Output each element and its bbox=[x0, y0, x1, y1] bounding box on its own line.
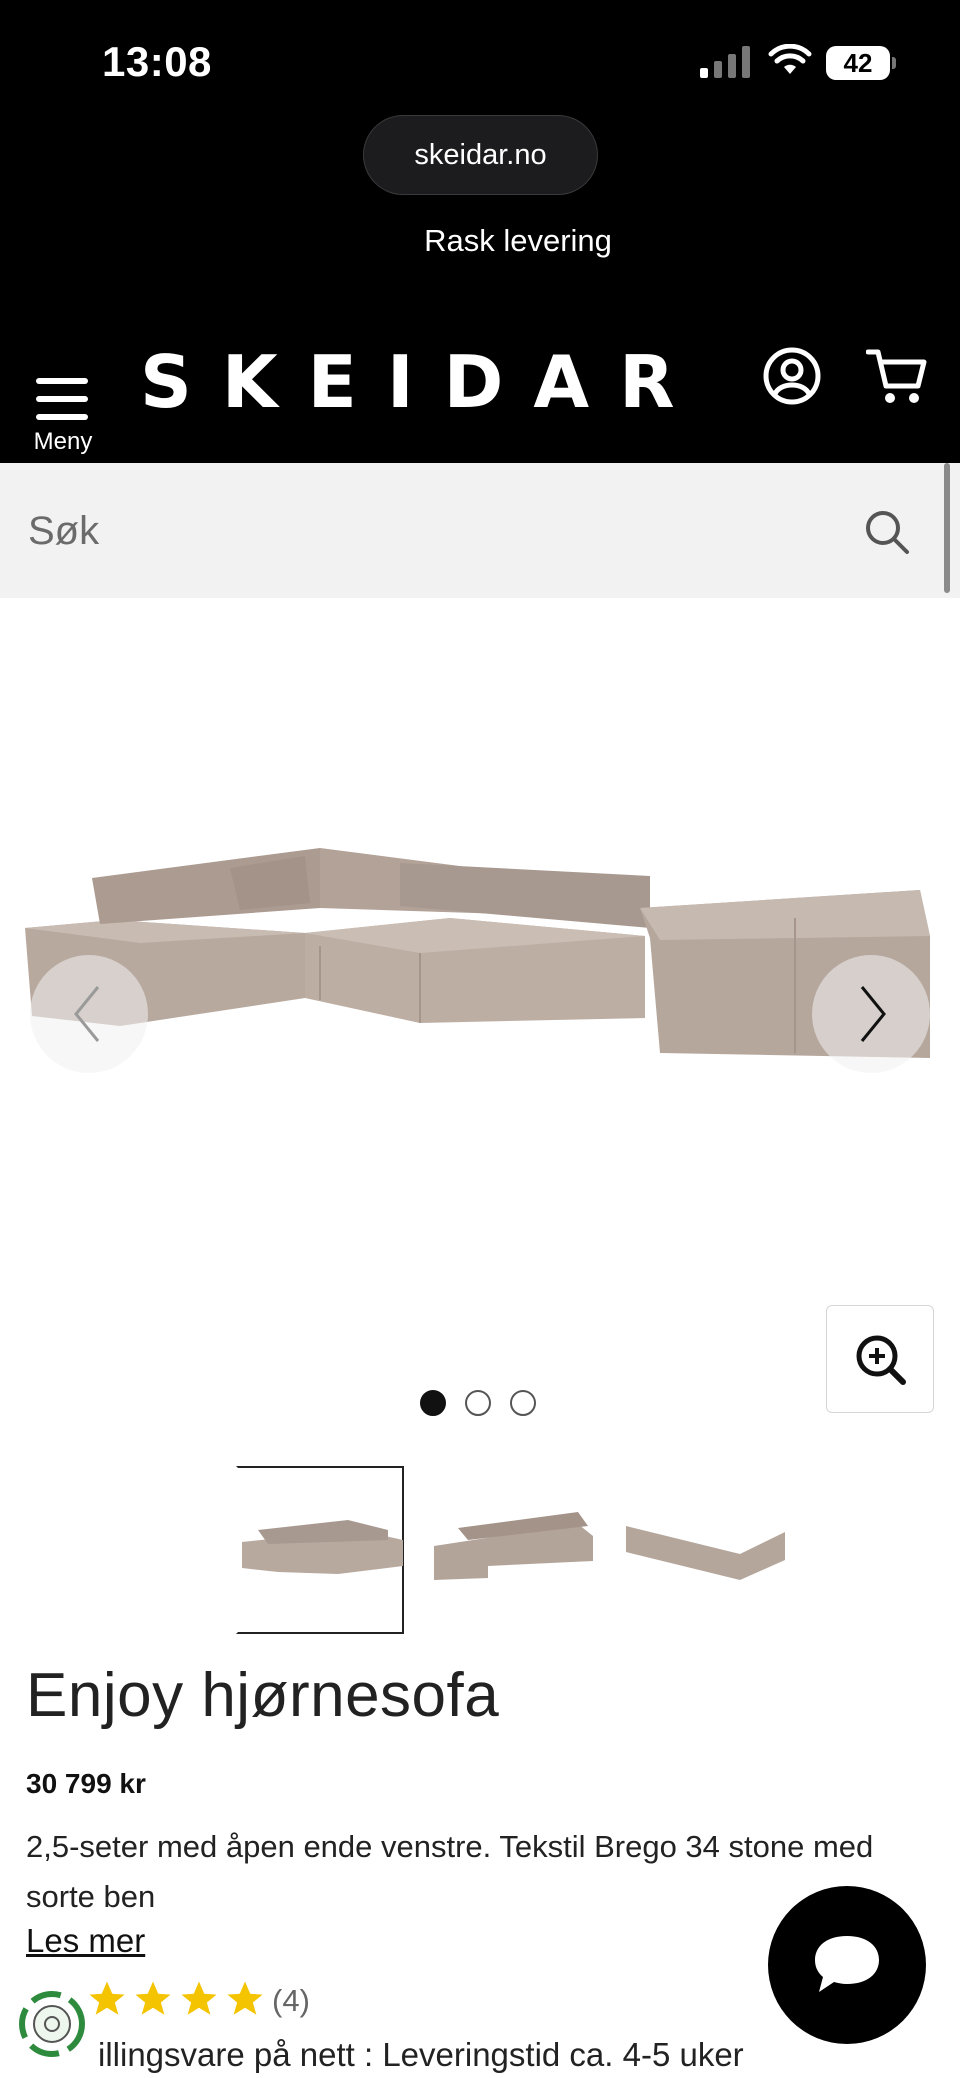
site-logo[interactable]: SKEIDAR bbox=[140, 340, 705, 424]
account-icon[interactable] bbox=[762, 346, 822, 406]
search-bar bbox=[0, 463, 960, 598]
cart-icon[interactable] bbox=[866, 346, 930, 406]
product-title: Enjoy hjørnesofa bbox=[26, 1661, 500, 1730]
read-more-link[interactable]: Les mer bbox=[26, 1922, 145, 1960]
site-header: Meny SKEIDAR bbox=[0, 320, 960, 463]
product-price: 30 799 kr bbox=[26, 1768, 146, 1799]
menu-label: Meny bbox=[33, 428, 93, 455]
menu-icon bbox=[36, 378, 88, 420]
star-icon bbox=[89, 1981, 125, 2015]
wifi-icon bbox=[768, 44, 812, 74]
zoom-button[interactable] bbox=[826, 1305, 934, 1413]
search-input[interactable] bbox=[28, 491, 848, 571]
gallery-dot[interactable] bbox=[465, 1390, 491, 1416]
star-icon bbox=[227, 1981, 263, 2015]
scrollbar[interactable] bbox=[944, 463, 950, 593]
gallery-pagination bbox=[420, 1390, 540, 1418]
thumbnail-1[interactable] bbox=[236, 1466, 404, 1634]
product-gallery bbox=[0, 598, 960, 1438]
product-description: 2,5-seter med åpen ende venstre. Tekstil… bbox=[26, 1829, 874, 1914]
star-icon bbox=[135, 1981, 171, 2015]
star-icon bbox=[181, 1981, 217, 2015]
cellular-signal-icon bbox=[700, 46, 750, 78]
delivery-info: illingsvare på nett : Leveringstid ca. 4… bbox=[98, 2036, 744, 2073]
url-field[interactable]: skeidar.no bbox=[363, 115, 598, 195]
product-image bbox=[25, 848, 930, 1058]
eco-badge-icon[interactable] bbox=[16, 1988, 88, 2060]
gallery-dot[interactable] bbox=[510, 1390, 536, 1416]
zoom-in-icon bbox=[856, 1335, 906, 1385]
status-time: 13:08 bbox=[102, 38, 212, 85]
review-count[interactable]: (4) bbox=[272, 1983, 310, 2019]
promo-banner-text: Rask levering bbox=[424, 223, 612, 258]
battery-percent: 42 bbox=[843, 48, 873, 78]
thumbnail-2[interactable] bbox=[428, 1466, 596, 1634]
chat-bubble-icon bbox=[815, 1936, 879, 1992]
gallery-prev-button[interactable] bbox=[30, 955, 148, 1073]
thumbnail-strip bbox=[0, 1462, 960, 1634]
gallery-dot[interactable] bbox=[420, 1390, 446, 1416]
gallery-next-button[interactable] bbox=[812, 955, 930, 1073]
menu-button[interactable]: Meny bbox=[26, 348, 100, 455]
status-bar: 13:08 42 bbox=[0, 0, 960, 110]
browser-bar: skeidar.no Rask levering bbox=[0, 110, 960, 320]
chevron-left-icon bbox=[74, 986, 100, 1042]
battery-indicator: 42 bbox=[826, 46, 896, 80]
chat-button[interactable] bbox=[768, 1886, 926, 2044]
chevron-right-icon bbox=[860, 986, 886, 1042]
search-icon[interactable] bbox=[862, 507, 912, 557]
thumbnail-3[interactable] bbox=[620, 1466, 788, 1634]
